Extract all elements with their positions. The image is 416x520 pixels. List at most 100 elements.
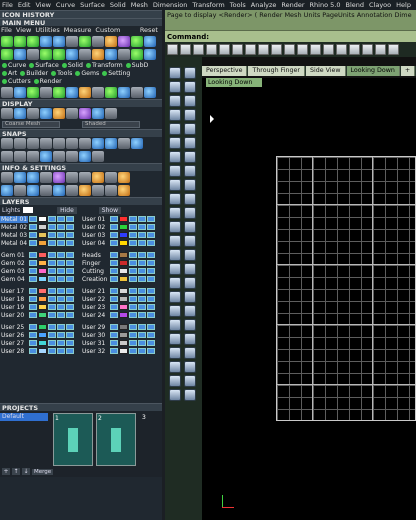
pen-icon[interactable] — [92, 108, 104, 119]
modeling-tool-icon[interactable] — [184, 95, 196, 107]
layer-name[interactable]: Metal 02 — [0, 224, 28, 231]
modeling-tool-icon[interactable] — [169, 291, 181, 303]
layer-visible-icon[interactable] — [48, 240, 56, 246]
mode-tab-art[interactable]: Art — [2, 70, 17, 77]
layer-visible-icon[interactable] — [129, 216, 137, 222]
command-prompt[interactable]: Command: — [165, 30, 416, 42]
price-icon[interactable] — [79, 172, 91, 183]
material-icon[interactable] — [53, 172, 65, 183]
arc-icon[interactable] — [14, 36, 26, 47]
cen-snap-icon[interactable] — [53, 138, 65, 149]
modeling-tool-icon[interactable] — [184, 389, 196, 401]
default-project[interactable]: Default — [0, 413, 48, 421]
layer-select-icon[interactable] — [66, 260, 74, 266]
layer-row[interactable]: Finger — [81, 259, 161, 267]
record-icon[interactable] — [79, 151, 91, 162]
layer-arrow-icon[interactable] — [110, 340, 118, 346]
option-icon[interactable] — [53, 185, 65, 196]
layer-lock-icon[interactable] — [138, 296, 146, 302]
layer-select-icon[interactable] — [66, 296, 74, 302]
layer-name[interactable]: Gem 01 — [0, 252, 28, 259]
layer-visible-icon[interactable] — [129, 268, 137, 274]
mode-tab-subd[interactable]: SubD — [126, 62, 149, 69]
modeling-tool-icon[interactable] — [184, 109, 196, 121]
menu-rhino-5-0[interactable]: Rhino 5.0 — [310, 1, 341, 9]
layer-color-swatch[interactable] — [38, 216, 47, 222]
layer-lock-icon[interactable] — [57, 224, 65, 230]
layer-arrow-icon[interactable] — [29, 216, 37, 222]
layer-lock-icon[interactable] — [138, 224, 146, 230]
mode-tab-render[interactable]: Render — [34, 78, 62, 85]
import-icon[interactable] — [219, 44, 230, 55]
layer-color-swatch[interactable] — [119, 224, 128, 230]
layer-color-swatch[interactable] — [119, 232, 128, 238]
layer-select-icon[interactable] — [147, 276, 155, 282]
layer-visible-icon[interactable] — [48, 216, 56, 222]
disable-icon[interactable] — [66, 151, 78, 162]
layer-name[interactable]: Gem 02 — [0, 260, 28, 267]
layer-lock-icon[interactable] — [138, 312, 146, 318]
menu-analyze[interactable]: Analyze — [251, 1, 277, 9]
pan-icon[interactable] — [27, 87, 39, 98]
layer-color-swatch[interactable] — [38, 340, 47, 346]
box-icon[interactable] — [66, 36, 78, 47]
layer-name[interactable]: Gem 04 — [0, 276, 28, 283]
modeling-tool-icon[interactable] — [169, 207, 181, 219]
layer-row[interactable]: User 24 — [81, 311, 161, 319]
layer-color-swatch[interactable] — [119, 252, 128, 258]
project-thumb-2[interactable]: 2 — [96, 413, 136, 466]
modeling-tool-icon[interactable] — [169, 81, 181, 93]
modeling-tool-icon[interactable] — [169, 151, 181, 163]
ring-icon[interactable] — [131, 36, 143, 47]
layer-select-icon[interactable] — [66, 252, 74, 258]
layer-lock-icon[interactable] — [57, 276, 65, 282]
layer-color-swatch[interactable] — [38, 324, 47, 330]
layer-name[interactable]: User 32 — [81, 348, 109, 355]
modeling-tool-icon[interactable] — [184, 137, 196, 149]
layer-color-swatch[interactable] — [38, 240, 47, 246]
tan-snap-icon[interactable] — [92, 138, 104, 149]
layer-color-swatch[interactable] — [119, 260, 128, 266]
layer-row[interactable]: Metal 03 — [0, 231, 80, 239]
modeling-tool-icon[interactable] — [169, 109, 181, 121]
vertex-snap-icon[interactable] — [131, 138, 143, 149]
modeling-tool-icon[interactable] — [184, 277, 196, 289]
layer-select-icon[interactable] — [66, 224, 74, 230]
layer-color-swatch[interactable] — [119, 312, 128, 318]
layer-lock-icon[interactable] — [57, 324, 65, 330]
main-menu-measure[interactable]: Measure — [64, 26, 92, 35]
zoom-icon[interactable] — [14, 87, 26, 98]
end-snap-icon[interactable] — [1, 138, 13, 149]
layer-select-icon[interactable] — [147, 304, 155, 310]
layer-color-swatch[interactable] — [38, 232, 47, 238]
layer-arrow-icon[interactable] — [110, 252, 118, 258]
layer-arrow-icon[interactable] — [29, 312, 37, 318]
technical-icon[interactable] — [66, 108, 78, 119]
show-button[interactable]: Show — [98, 206, 121, 214]
mode-tab-transform[interactable]: Transform — [86, 62, 123, 69]
modeling-tool-icon[interactable] — [184, 347, 196, 359]
modeling-tool-icon[interactable] — [184, 305, 196, 317]
mode-tab-cutters[interactable]: Cutters — [2, 78, 31, 85]
layer-name[interactable]: User 04 — [81, 240, 109, 247]
select-icon[interactable] — [118, 87, 130, 98]
modeling-tool-icon[interactable] — [184, 165, 196, 177]
layer-select-icon[interactable] — [147, 232, 155, 238]
layer-row[interactable]: Gem 03 — [0, 267, 80, 275]
perp-snap-icon[interactable] — [79, 138, 91, 149]
toolbar-icon[interactable] — [40, 185, 52, 196]
layer-select-icon[interactable] — [66, 332, 74, 338]
layer-name[interactable]: User 31 — [81, 340, 109, 347]
modeling-tool-icon[interactable] — [184, 81, 196, 93]
layer-name[interactable]: User 27 — [0, 340, 28, 347]
undo-icon[interactable] — [144, 87, 156, 98]
modeling-tool-icon[interactable] — [184, 123, 196, 135]
save-icon[interactable] — [193, 44, 204, 55]
modeling-tool-icon[interactable] — [169, 305, 181, 317]
prong-icon[interactable] — [131, 49, 143, 60]
layer-visible-icon[interactable] — [48, 252, 56, 258]
keyboard-icon[interactable] — [27, 185, 39, 196]
zoom-extents-icon[interactable] — [349, 44, 360, 55]
modeling-tool-icon[interactable] — [184, 207, 196, 219]
layer-name[interactable]: User 03 — [81, 232, 109, 239]
